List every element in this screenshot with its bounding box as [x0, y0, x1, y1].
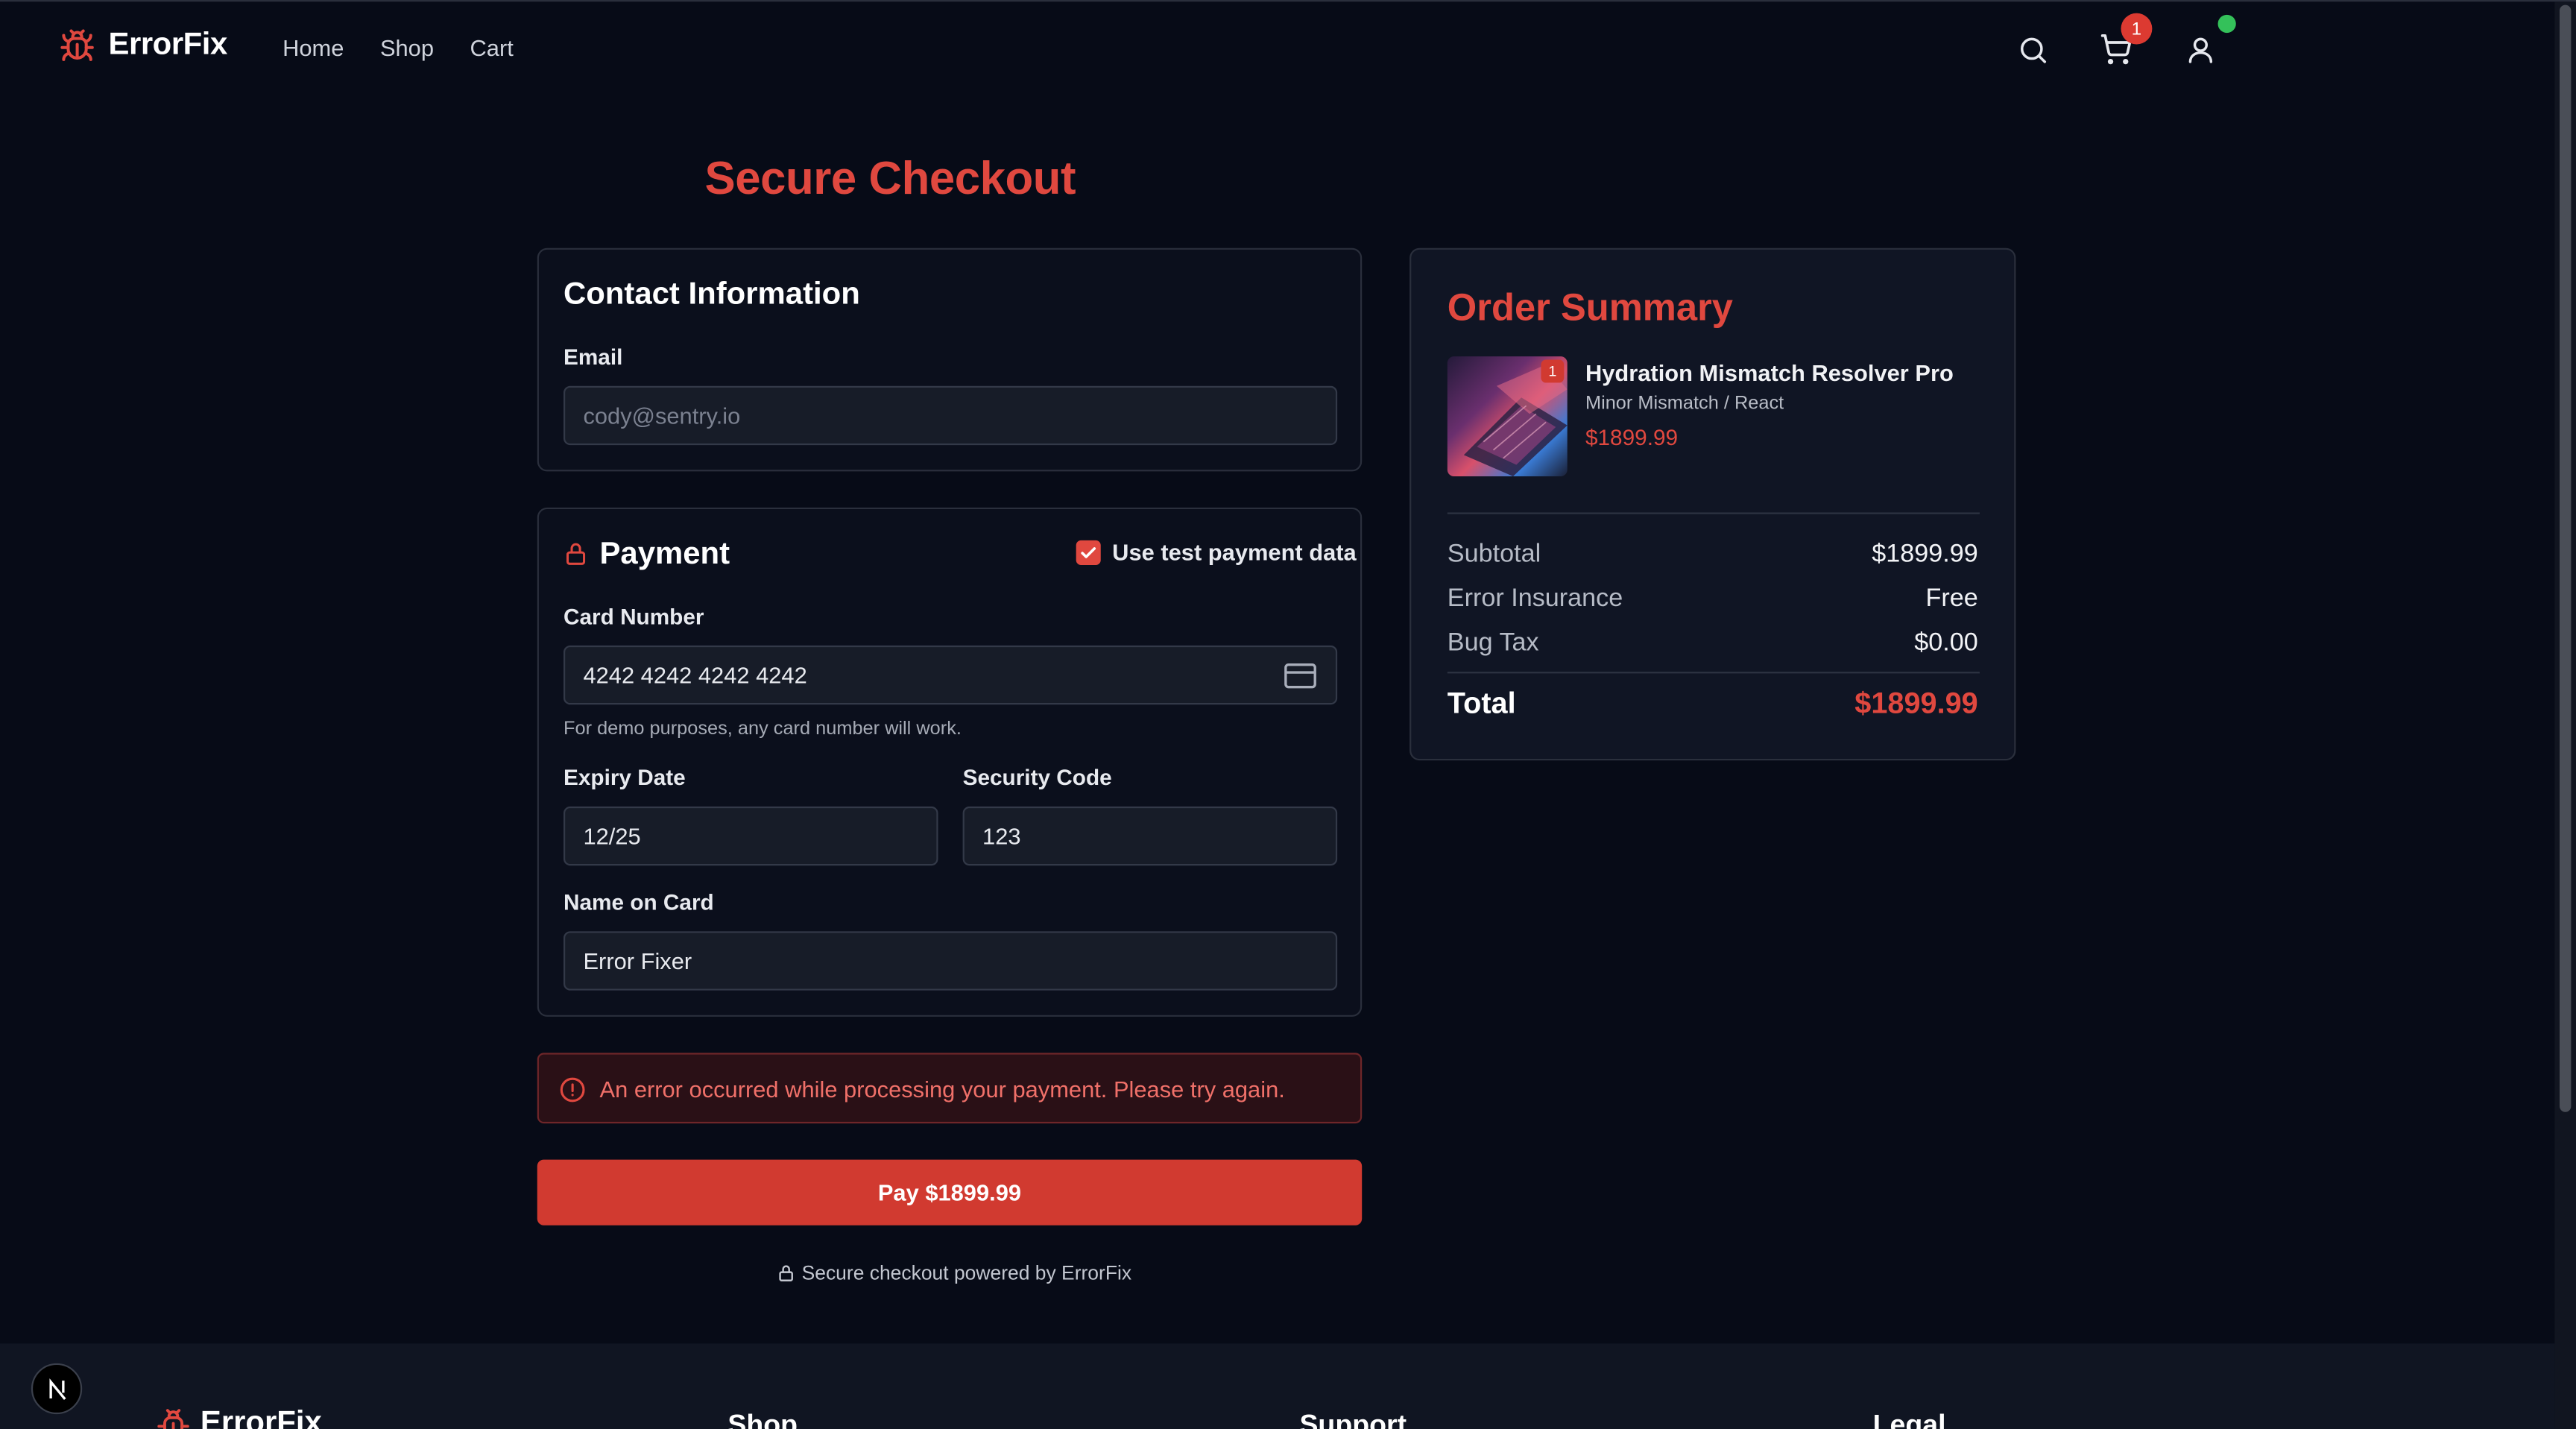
order-summary-card: Order Summary 1 Hydration Mismatch Resol…: [1409, 247, 2016, 761]
small-lock-icon: [779, 1265, 793, 1281]
payment-card: Payment Card Number 4242 4242 4242 4242 …: [537, 507, 1363, 1017]
bug-tax-value: $0.00: [1914, 628, 1978, 657]
insurance-label: Error Insurance: [1447, 584, 1623, 613]
contact-heading: Contact Information: [564, 277, 860, 312]
user-icon: [2188, 37, 2212, 63]
payment-heading: Payment: [599, 537, 730, 572]
total-label: Total: [1447, 687, 1516, 720]
total-value: $1899.99: [1854, 687, 1978, 720]
security-code-label: Security Code: [962, 765, 1112, 790]
nav-home-link[interactable]: Home: [282, 34, 344, 60]
nextjs-logo-icon: [48, 1378, 66, 1399]
use-test-data-label[interactable]: Use test payment data: [1112, 539, 1357, 565]
footer-support-heading: Support: [1299, 1409, 1407, 1429]
nav-shop-link[interactable]: Shop: [380, 34, 434, 60]
secure-note-text: Secure checkout powered by ErrorFix: [801, 1261, 1132, 1285]
expiry-field[interactable]: 12/25: [564, 806, 938, 866]
cart-count-badge: 1: [2121, 13, 2153, 45]
bug-tax-label: Bug Tax: [1447, 628, 1539, 657]
item-quantity-badge: 1: [1541, 359, 1565, 383]
pay-button[interactable]: Pay $1899.99: [537, 1159, 1363, 1225]
site-header: ErrorFix Home Shop Cart 1: [0, 1, 2554, 97]
credit-card-icon: [1284, 663, 1316, 689]
product-thumbnail: 1: [1447, 356, 1568, 476]
main-nav: Home Shop Cart: [282, 34, 514, 60]
page-title: Secure Checkout: [704, 152, 1076, 204]
page-scrollbar[interactable]: [2554, 1, 2576, 1429]
footer-legal-heading: Legal: [1872, 1409, 1946, 1429]
product-variant: Minor Mismatch / React: [1585, 394, 1784, 414]
summary-divider: [1447, 512, 1980, 514]
security-code-field[interactable]: 123: [962, 806, 1338, 866]
subtotal-label: Subtotal: [1447, 540, 1541, 569]
product-price: $1899.99: [1585, 425, 1679, 450]
expiry-label: Expiry Date: [564, 765, 686, 790]
secure-checkout-note: Secure checkout powered by ErrorFix: [777, 1261, 1132, 1285]
card-number-field[interactable]: 4242 4242 4242 4242: [564, 645, 1338, 705]
online-status-dot: [2217, 14, 2236, 34]
order-summary-title: Order Summary: [1447, 286, 1734, 329]
alert-circle-icon: [560, 1077, 585, 1102]
lock-icon: [566, 543, 586, 565]
brand-logo[interactable]: ErrorFix: [59, 28, 227, 63]
contact-card: Contact Information Email cody@sentry.io: [537, 247, 1363, 472]
browser-viewport: ErrorFix Home Shop Cart 1 Secure Checkou…: [0, 0, 2576, 1429]
search-button[interactable]: [2014, 31, 2050, 67]
total-divider: [1447, 672, 1980, 674]
error-message: An error occurred while processing your …: [599, 1076, 1285, 1102]
nextjs-dev-indicator-button[interactable]: [31, 1363, 83, 1415]
payment-error-alert: An error occurred while processing your …: [537, 1053, 1363, 1124]
use-test-data-checkbox[interactable]: [1076, 540, 1101, 565]
brand-name: ErrorFix: [108, 28, 227, 63]
footer-brand[interactable]: ErrorFix: [156, 1406, 322, 1429]
email-field[interactable]: cody@sentry.io: [564, 385, 1338, 446]
subtotal-value: $1899.99: [1872, 540, 1978, 569]
search-icon: [2019, 37, 2045, 63]
card-number-value: 4242 4242 4242 4242: [583, 661, 807, 689]
email-label: Email: [564, 344, 623, 370]
nav-cart-link[interactable]: Cart: [470, 34, 514, 60]
name-on-card-label: Name on Card: [564, 890, 714, 915]
product-name: Hydration Mismatch Resolver Pro: [1585, 359, 1954, 386]
name-on-card-field[interactable]: Error Fixer: [564, 931, 1338, 991]
checkmark-icon: [1081, 547, 1096, 558]
footer-bug-icon: [157, 1408, 189, 1429]
card-hint: For demo purposes, any card number will …: [564, 719, 962, 739]
insurance-value: Free: [1925, 584, 1978, 613]
card-number-label: Card Number: [564, 604, 704, 629]
scrollbar-thumb[interactable]: [2559, 4, 2572, 1112]
bug-icon: [60, 29, 94, 61]
site-footer: ErrorFix Shop Support Legal: [0, 1343, 2555, 1429]
footer-shop-heading: Shop: [727, 1409, 798, 1429]
account-button[interactable]: [2182, 31, 2217, 67]
footer-brand-name: ErrorFix: [200, 1406, 322, 1429]
